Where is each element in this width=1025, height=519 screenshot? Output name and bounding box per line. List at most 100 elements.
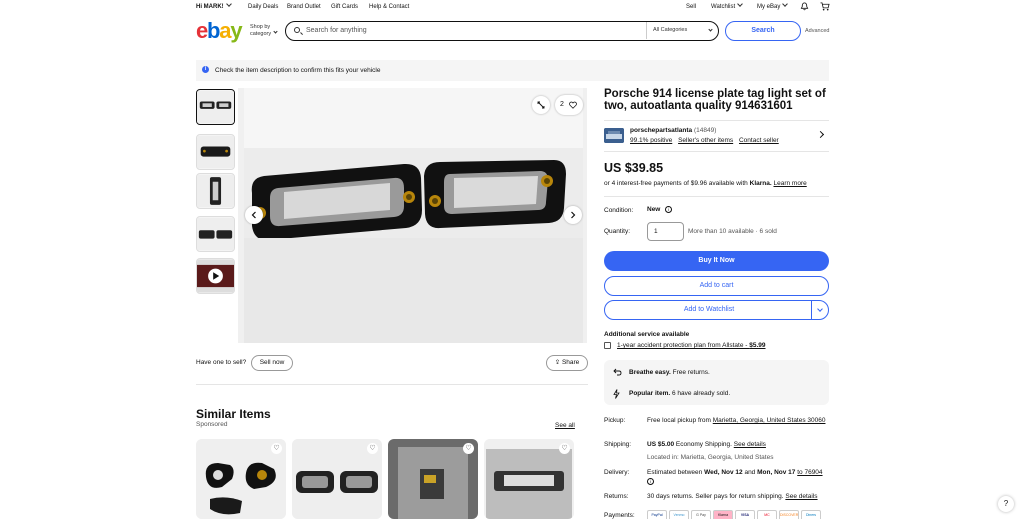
- search-bar[interactable]: Search for anything All Categories: [285, 21, 719, 41]
- protection-plan-checkbox[interactable]: [604, 342, 611, 349]
- shipping-value: US $5.00 Economy Shipping. See details: [647, 441, 766, 448]
- thumbnail-4[interactable]: [196, 216, 235, 252]
- watchlist-dropdown-button[interactable]: [811, 301, 828, 319]
- klarna-icon: Klarna: [713, 510, 733, 519]
- buy-it-now-button[interactable]: Buy It Now: [604, 251, 829, 271]
- video-thumbnail[interactable]: [196, 258, 235, 294]
- seller-feedback-count: (14849): [693, 127, 717, 134]
- search-icon: [294, 27, 300, 33]
- my-ebay-menu[interactable]: My eBay: [757, 1, 789, 10]
- similar-items-title: Similar Items: [196, 407, 271, 421]
- heart-icon[interactable]: ♡: [367, 443, 378, 454]
- returns-label: Returns:: [604, 493, 629, 500]
- return-arrow-icon: [613, 368, 622, 378]
- ebay-logo[interactable]: ebay: [196, 18, 243, 44]
- watch-heart-button[interactable]: 2: [555, 95, 583, 115]
- returns-value: 30 days returns. Seller pays for return …: [647, 493, 818, 500]
- pickup-location-link[interactable]: Marietta, Georgia, United States 30060: [713, 417, 826, 424]
- have-one-label: Have one to sell?: [196, 359, 247, 366]
- heart-icon[interactable]: ♡: [271, 443, 282, 454]
- lightning-icon: [613, 389, 620, 401]
- heart-icon: [569, 101, 577, 109]
- share-icon: ⇪: [554, 359, 562, 366]
- category-select[interactable]: All Categories: [646, 22, 718, 39]
- similar-item-card[interactable]: ♡: [388, 439, 478, 519]
- shop-by-category-button[interactable]: Shop by category: [250, 24, 278, 38]
- mastercard-icon: MC: [757, 510, 777, 519]
- item-location: Located in: Marietta, Georgia, United St…: [647, 454, 774, 461]
- free-returns-text: Breathe easy. Free returns.: [629, 369, 710, 376]
- seller-card[interactable]: porschepartsatlanta (14849) 99.1% positi…: [604, 120, 829, 152]
- seller-positive-link[interactable]: 99.1% positive: [630, 137, 672, 144]
- shipping-label: Shipping:: [604, 441, 632, 448]
- delivery-label: Delivery:: [604, 469, 630, 476]
- sell-link[interactable]: Sell: [686, 4, 696, 10]
- similar-item-card[interactable]: ♡: [292, 439, 382, 519]
- expand-icon[interactable]: [532, 96, 550, 114]
- pickup-value: Free local pickup from Marietta, Georgia…: [647, 417, 826, 424]
- condition-label: Condition:: [604, 207, 634, 214]
- thumbnail-3[interactable]: [196, 173, 235, 209]
- additional-service-heading: Additional service available: [604, 331, 690, 338]
- advanced-search-link[interactable]: Advanced: [805, 28, 829, 34]
- delivery-zip-link[interactable]: to 76904: [797, 469, 822, 476]
- similar-item-card[interactable]: ♡: [484, 439, 574, 519]
- promo-box: Breathe easy. Free returns. Popular item…: [604, 360, 829, 405]
- divider: [604, 196, 829, 197]
- sell-now-button[interactable]: Sell now: [251, 355, 293, 371]
- brand-outlet-link[interactable]: Brand Outlet: [287, 4, 321, 10]
- bell-icon[interactable]: [800, 2, 809, 13]
- availability-text: More than 10 available · 6 sold: [688, 228, 777, 235]
- protection-plan-link[interactable]: 1-year accident protection plan from All…: [617, 342, 766, 349]
- cart-icon[interactable]: [820, 2, 830, 13]
- seller-other-items-link[interactable]: Seller's other items: [678, 137, 733, 144]
- help-contact-link[interactable]: Help & Contact: [369, 4, 409, 10]
- fitment-notice: i Check the item description to confirm …: [196, 60, 829, 81]
- similar-item-card[interactable]: ♡: [196, 439, 286, 519]
- see-all-link[interactable]: See all: [555, 422, 575, 429]
- learn-more-link[interactable]: Learn more: [773, 180, 806, 187]
- greeting-menu[interactable]: Hi MARK!: [196, 1, 232, 10]
- thumbnail-2[interactable]: [196, 134, 235, 170]
- shipping-details-link[interactable]: See details: [734, 441, 766, 448]
- info-icon[interactable]: i: [665, 206, 673, 213]
- chevron-right-icon[interactable]: [816, 130, 825, 139]
- help-button[interactable]: ?: [998, 496, 1014, 512]
- payments-label: Payments:: [604, 512, 635, 519]
- top-nav-bar: Hi MARK! Daily Deals Brand Outlet Gift C…: [0, 0, 1025, 14]
- add-to-cart-button[interactable]: Add to cart: [604, 276, 829, 296]
- daily-deals-link[interactable]: Daily Deals: [248, 4, 278, 10]
- previous-image-button[interactable]: [245, 206, 263, 224]
- share-button[interactable]: ⇪ Share: [546, 355, 588, 371]
- quantity-input[interactable]: 1: [647, 222, 684, 241]
- delivery-estimate: Estimated between Wed, Nov 12 and Mon, N…: [647, 469, 823, 476]
- item-title: Porsche 914 license plate tag light set …: [604, 88, 826, 112]
- gift-cards-link[interactable]: Gift Cards: [331, 4, 358, 10]
- watch-count: 2: [560, 101, 564, 108]
- quantity-label: Quantity:: [604, 228, 631, 235]
- venmo-icon: Venmo: [669, 510, 689, 519]
- main-product-image[interactable]: [238, 88, 587, 343]
- seller-avatar: [604, 128, 624, 143]
- discover-icon: DISCOVER: [779, 510, 799, 519]
- next-image-button[interactable]: [564, 206, 582, 224]
- heart-icon[interactable]: ♡: [559, 443, 570, 454]
- condition-value: New i: [647, 206, 673, 213]
- returns-details-link[interactable]: See details: [785, 493, 817, 500]
- seller-name[interactable]: porschepartsatlanta: [630, 127, 692, 134]
- search-input[interactable]: Search for anything: [306, 27, 367, 34]
- chevron-down-icon: [817, 306, 823, 312]
- contact-seller-link[interactable]: Contact seller: [739, 137, 779, 144]
- add-to-watchlist-button[interactable]: Add to Watchlist: [604, 300, 829, 320]
- chevron-right-icon: [571, 211, 576, 219]
- paypal-icon: PayPal: [647, 510, 667, 519]
- sponsored-label: Sponsored: [196, 421, 228, 428]
- heart-icon[interactable]: ♡: [463, 443, 474, 454]
- thumbnail-1[interactable]: [196, 89, 235, 125]
- watchlist-menu[interactable]: Watchlist: [711, 1, 743, 10]
- klarna-offer: or 4 interest-free payments of $9.96 ava…: [604, 180, 807, 187]
- info-icon[interactable]: i: [647, 478, 654, 485]
- item-price: US $39.85: [604, 161, 664, 175]
- info-icon: i: [202, 66, 209, 73]
- search-button[interactable]: Search: [725, 21, 801, 41]
